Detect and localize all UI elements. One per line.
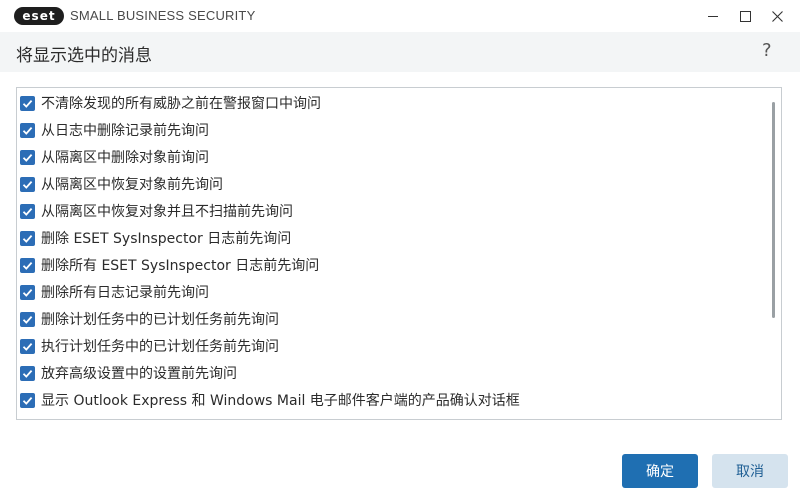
message-label: 执行计划任务中的已计划任务前先询问 xyxy=(41,339,279,355)
message-label: 删除计划任务中的已计划任务前先询问 xyxy=(41,312,279,328)
message-list-item[interactable]: 从隔离区中删除对象前询问 xyxy=(20,145,209,169)
message-list-item[interactable]: 从隔离区中恢复对象前先询问 xyxy=(20,172,223,196)
checkmark-icon xyxy=(22,207,33,216)
checkmark-icon xyxy=(22,396,33,405)
message-label: 显示 Windows 电子邮件客户端的产品确认对话框 xyxy=(41,417,350,419)
checkmark-icon xyxy=(22,261,33,270)
message-label: 从隔离区中恢复对象并且不扫描前先询问 xyxy=(41,204,293,220)
checkmark-icon xyxy=(22,315,33,324)
message-list[interactable]: 不清除发现的所有威胁之前在警报窗口中询问 从日志中删除记录前先询问 从隔离区中删除对… xyxy=(16,87,782,420)
checkmark-icon xyxy=(22,180,33,189)
message-label: 从隔离区中恢复对象前先询问 xyxy=(41,177,223,193)
checkbox[interactable] xyxy=(20,257,35,273)
message-list-item[interactable]: 删除计划任务中的已计划任务前先询问 xyxy=(20,307,279,331)
checkbox[interactable] xyxy=(20,392,35,408)
page-title: 将显示选中的消息 xyxy=(16,46,152,66)
message-list-item[interactable]: 删除所有 ESET SysInspector 日志前先询问 xyxy=(20,253,319,277)
app-title: SMALL BUSINESS SECURITY xyxy=(70,8,256,23)
checkmark-icon xyxy=(22,342,33,351)
message-list-item[interactable]: 显示 Windows 电子邮件客户端的产品确认对话框 xyxy=(20,415,350,421)
message-list-item[interactable]: 执行计划任务中的已计划任务前先询问 xyxy=(20,334,279,358)
message-list-item[interactable]: 显示 Outlook Express 和 Windows Mail 电子邮件客户… xyxy=(20,388,520,412)
checkbox[interactable] xyxy=(20,365,35,381)
message-label: 删除所有日志记录前先询问 xyxy=(41,285,209,301)
message-list-item[interactable]: 从隔离区中恢复对象并且不扫描前先询问 xyxy=(20,199,293,223)
message-label: 显示 Outlook Express 和 Windows Mail 电子邮件客户… xyxy=(41,393,520,409)
checkmark-icon xyxy=(22,126,33,135)
checkmark-icon xyxy=(22,99,33,108)
close-icon xyxy=(771,10,783,22)
message-list-item[interactable]: 删除 ESET SysInspector 日志前先询问 xyxy=(20,226,291,250)
message-list-item[interactable]: 不清除发现的所有威胁之前在警报窗口中询问 xyxy=(20,91,321,115)
checkbox[interactable] xyxy=(20,149,35,165)
checkmark-icon xyxy=(22,288,33,297)
scrollbar[interactable] xyxy=(772,102,775,318)
checkbox[interactable] xyxy=(20,203,35,219)
checkmark-icon xyxy=(22,153,33,162)
cancel-button[interactable]: 取消 xyxy=(712,454,788,488)
dialog-header: 将显示选中的消息 ? xyxy=(0,32,800,72)
message-label: 从隔离区中删除对象前询问 xyxy=(41,150,209,166)
message-label: 放弃高级设置中的设置前先询问 xyxy=(41,366,237,382)
minimize-icon xyxy=(708,15,718,17)
message-label: 删除所有 ESET SysInspector 日志前先询问 xyxy=(41,258,320,274)
checkbox[interactable] xyxy=(20,311,35,327)
message-list-item[interactable]: 删除所有日志记录前先询问 xyxy=(20,280,209,304)
eset-logo: eset xyxy=(14,7,64,25)
checkmark-icon xyxy=(22,234,33,243)
checkbox[interactable] xyxy=(20,95,35,111)
message-list-item[interactable]: 放弃高级设置中的设置前先询问 xyxy=(20,361,237,385)
checkbox[interactable] xyxy=(20,176,35,192)
close-button[interactable] xyxy=(754,0,800,32)
checkbox[interactable] xyxy=(20,284,35,300)
checkbox[interactable] xyxy=(20,122,35,138)
message-label: 不清除发现的所有威胁之前在警报窗口中询问 xyxy=(41,96,321,112)
message-label: 删除 ESET SysInspector 日志前先询问 xyxy=(41,231,292,247)
ok-button[interactable]: 确定 xyxy=(622,454,698,488)
maximize-icon xyxy=(739,10,751,22)
checkmark-icon xyxy=(22,369,33,378)
checkbox[interactable] xyxy=(20,338,35,354)
help-icon[interactable]: ? xyxy=(762,40,772,61)
message-label: 从日志中删除记录前先询问 xyxy=(41,123,209,139)
message-list-item[interactable]: 从日志中删除记录前先询问 xyxy=(20,118,209,142)
title-bar: eset SMALL BUSINESS SECURITY xyxy=(0,0,800,32)
checkbox[interactable] xyxy=(20,420,35,421)
checkbox[interactable] xyxy=(20,230,35,246)
